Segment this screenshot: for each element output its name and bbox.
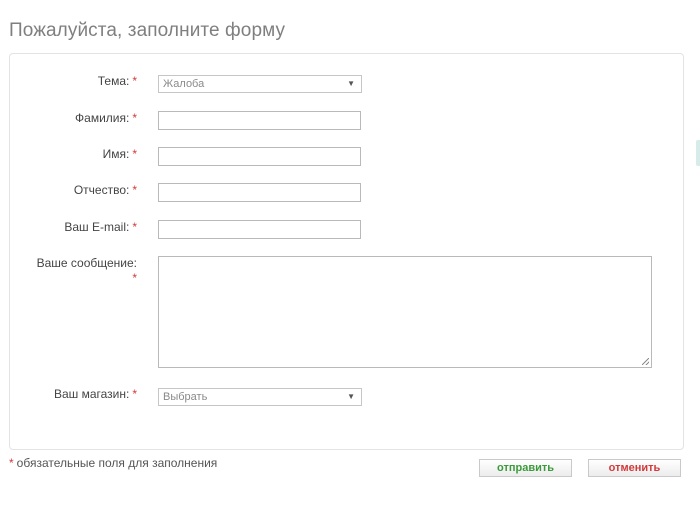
- required-fields-note: * обязательные поля для заполнения: [9, 456, 217, 470]
- store-label: Ваш магазин: *: [54, 387, 137, 401]
- required-mark: *: [132, 220, 137, 234]
- side-tab-edge: [696, 140, 700, 166]
- required-mark: *: [132, 183, 137, 197]
- feedback-form: Тема: * Жалоба ▼ Фамилия: * Имя: * Отчество…: [9, 53, 684, 450]
- first-name-label: Имя: *: [103, 147, 137, 161]
- patronymic-label-text: Отчество:: [73, 183, 130, 197]
- chevron-down-icon: ▼: [347, 79, 355, 88]
- topic-label: Тема: *: [98, 74, 137, 88]
- first-name-input[interactable]: [158, 147, 361, 166]
- required-mark: *: [9, 456, 14, 470]
- cancel-button[interactable]: отменить: [588, 459, 681, 477]
- required-fields-note-text: обязательные поля для заполнения: [16, 456, 218, 470]
- message-textarea[interactable]: [158, 256, 652, 368]
- topic-select[interactable]: Жалоба ▼: [158, 75, 362, 93]
- resize-grip-icon[interactable]: [642, 358, 649, 365]
- required-mark: *: [132, 111, 137, 125]
- submit-button[interactable]: отправить: [479, 459, 572, 477]
- topic-selected-value: Жалоба: [163, 78, 205, 90]
- topic-label-text: Тема:: [97, 74, 130, 88]
- patronymic-input[interactable]: [158, 183, 361, 202]
- required-mark: *: [132, 147, 137, 161]
- required-mark: *: [132, 271, 137, 285]
- last-name-label-text: Фамилия:: [75, 111, 130, 125]
- email-input[interactable]: [158, 220, 361, 239]
- message-label: Ваше сообщение: *: [27, 256, 137, 286]
- patronymic-label: Отчество: *: [74, 183, 137, 197]
- email-label: Ваш E-mail: *: [64, 220, 137, 234]
- required-mark: *: [132, 387, 137, 401]
- store-selected-value: Выбрать: [163, 391, 208, 403]
- chevron-down-icon: ▼: [347, 392, 355, 401]
- last-name-label: Фамилия: *: [75, 111, 137, 125]
- required-mark: *: [132, 74, 137, 88]
- page-title: Пожалуйста, заполните форму: [9, 20, 286, 41]
- store-label-text: Ваш магазин:: [53, 387, 130, 401]
- feedback-page: Пожалуйста, заполните форму Тема: * Жалоб…: [0, 0, 700, 532]
- store-select[interactable]: Выбрать ▼: [158, 388, 362, 406]
- last-name-input[interactable]: [158, 111, 361, 130]
- email-label-text: Ваш E-mail:: [64, 220, 130, 234]
- message-label-text: Ваше сообщение:: [36, 256, 137, 270]
- first-name-label-text: Имя:: [102, 147, 130, 161]
